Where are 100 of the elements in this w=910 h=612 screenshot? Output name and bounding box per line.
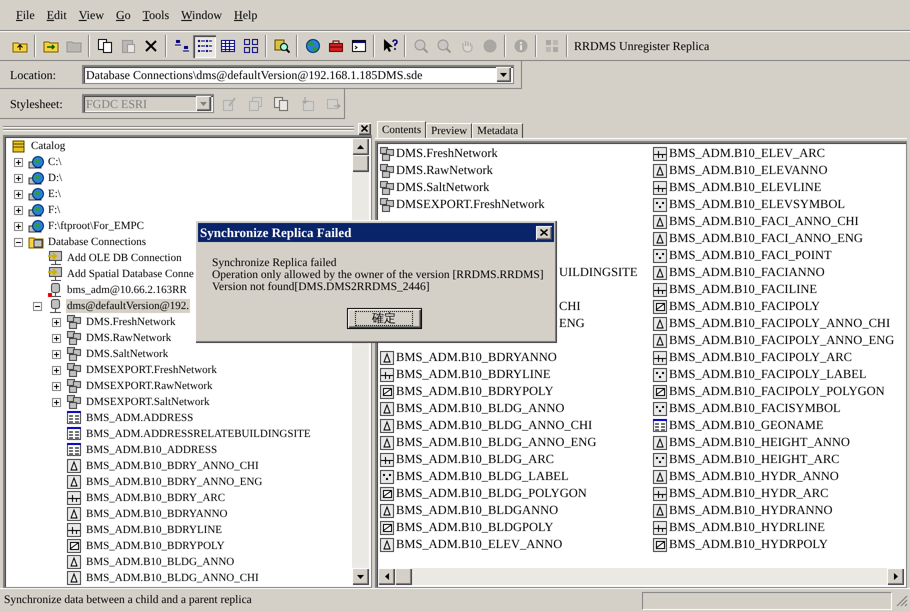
list-item[interactable]: BMS_ADM.B10_GEONAME bbox=[669, 419, 824, 432]
toolbar-button[interactable] bbox=[193, 34, 216, 58]
list-item[interactable]: DMS.SaltNetwork bbox=[396, 181, 490, 194]
expand-toggle[interactable] bbox=[14, 238, 23, 246]
list-item[interactable]: BMS_ADM.B10_FACI_ANNO_CHI bbox=[669, 215, 859, 228]
list-item[interactable]: BMS_ADM.B10_FACIPOLY_LABEL bbox=[669, 368, 866, 381]
tree-item[interactable]: BMS_ADM.B10_BDRY_ANNO_CHI bbox=[85, 459, 260, 473]
tree-item[interactable]: F:\ bbox=[47, 203, 62, 217]
close-button[interactable] bbox=[536, 226, 552, 240]
expand-toggle[interactable] bbox=[52, 318, 61, 326]
expand-toggle[interactable] bbox=[52, 350, 61, 358]
expand-toggle[interactable] bbox=[14, 158, 23, 166]
list-item[interactable]: BMS_ADM.B10_BDRYLINE bbox=[396, 368, 551, 381]
list-item[interactable]: ENG bbox=[559, 317, 585, 330]
dropdown-button[interactable] bbox=[496, 67, 511, 82]
close-button[interactable] bbox=[358, 122, 371, 134]
tree-item[interactable]: BMS_ADM.B10_BDRYANNO bbox=[85, 507, 229, 521]
menu-item[interactable]: View bbox=[78, 9, 105, 21]
expand-toggle[interactable] bbox=[52, 334, 61, 342]
list-item[interactable]: BMS_ADM.B10_HYDR_ANNO bbox=[669, 470, 839, 483]
list-item[interactable]: BMS_ADM.B10_BLDG_ANNO bbox=[396, 402, 564, 415]
list-item[interactable]: BMS_ADM.B10_BDRYANNO bbox=[396, 351, 557, 364]
tree-item[interactable]: E:\ bbox=[47, 187, 62, 201]
tree-item[interactable]: C:\ bbox=[47, 155, 62, 169]
scroll-right-button[interactable] bbox=[887, 568, 904, 585]
list-item[interactable]: BMS_ADM.B10_ELEVANNO bbox=[669, 164, 828, 177]
list-item[interactable]: BMS_ADM.B10_BLDG_POLYGON bbox=[396, 487, 587, 500]
tree-item[interactable]: BMS_ADM.B10_BDRYLINE bbox=[85, 523, 223, 537]
tree-item[interactable]: BMS_ADM.ADDRESS bbox=[85, 411, 194, 425]
list-item[interactable]: BMS_ADM.B10_BLDG_ARC bbox=[396, 453, 554, 466]
tree-item[interactable]: BMS_ADM.B10_BDRY_ANNO_ENG bbox=[85, 475, 264, 489]
list-item[interactable]: BMS_ADM.B10_FACIPOLY_POLYGON bbox=[669, 385, 885, 398]
scroll-down-button[interactable] bbox=[352, 568, 369, 585]
tree-item[interactable]: BMS_ADM.B10_BDRY_ARC bbox=[85, 491, 226, 505]
list-item[interactable]: BMS_ADM.B10_BLDG_LABEL bbox=[396, 470, 569, 483]
list-item[interactable]: BMS_ADM.B10_FACI_POINT bbox=[669, 249, 832, 262]
list-item[interactable]: BMS_ADM.B10_FACIPOLY_ARC bbox=[669, 351, 852, 364]
list-item[interactable]: BMS_ADM.B10_HYDR_ARC bbox=[669, 487, 828, 500]
tree-item[interactable]: D:\ bbox=[47, 171, 64, 185]
list-item[interactable]: BMS_ADM.B10_FACIPOLY_ANNO_ENG bbox=[669, 334, 894, 347]
list-item[interactable]: BMS_ADM.B10_FACILINE bbox=[669, 283, 818, 296]
list-item[interactable]: BMS_ADM.B10_BLDG_ANNO_ENG bbox=[396, 436, 596, 449]
tree-item[interactable]: BMS_ADM.B10_BDRYPOLY bbox=[85, 539, 226, 553]
menu-item[interactable]: Go bbox=[114, 9, 132, 21]
scroll-left-button[interactable] bbox=[378, 568, 395, 585]
tree-item[interactable]: DMS.RawNetwork bbox=[85, 331, 172, 345]
list-item[interactable]: CHI bbox=[559, 300, 581, 313]
tree-item[interactable]: bms_adm@10.66.2.163RR bbox=[66, 283, 188, 297]
menu-item[interactable]: Help bbox=[233, 9, 258, 21]
tree-item[interactable]: Add OLE DB Connection bbox=[66, 251, 183, 265]
list-item[interactable]: DMS.RawNetwork bbox=[396, 164, 493, 177]
tree-item[interactable]: DMSEXPORT.FreshNetwork bbox=[85, 363, 218, 377]
expand-toggle[interactable] bbox=[14, 174, 23, 182]
list-item[interactable]: BMS_ADM.B10_BLDGANNO bbox=[396, 504, 558, 517]
tree-item[interactable]: Add Spatial Database Conne bbox=[66, 267, 195, 281]
tab[interactable]: Preview bbox=[426, 123, 472, 138]
list-item[interactable]: DMS.FreshNetwork bbox=[396, 147, 498, 160]
list-item[interactable]: BMS_ADM.B10_BDRYPOLY bbox=[396, 385, 554, 398]
list-item[interactable]: BMS_ADM.B10_ELEVSYMBOL bbox=[669, 198, 846, 211]
list-item[interactable]: BMS_ADM.B10_FACIANNO bbox=[669, 266, 825, 279]
tree-item[interactable]: F:\ftproot\For_EMPC bbox=[47, 219, 145, 233]
tab[interactable]: Contents bbox=[377, 121, 426, 138]
scrollbar-thumb[interactable] bbox=[395, 568, 412, 585]
list-item[interactable]: BMS_ADM.B10_HEIGHT_ARC bbox=[669, 453, 840, 466]
expand-toggle[interactable] bbox=[33, 302, 42, 310]
list-item[interactable]: BMS_ADM.B10_FACI_ANNO_ENG bbox=[669, 232, 863, 245]
expand-toggle[interactable] bbox=[14, 206, 23, 214]
tree-item[interactable]: DMS.SaltNetwork bbox=[85, 347, 170, 361]
tree-item[interactable]: DMSEXPORT.SaltNetwork bbox=[85, 395, 210, 409]
unregister-replica-button[interactable]: RRDMS Unregister Replica bbox=[571, 34, 712, 58]
list-item[interactable]: BMS_ADM.B10_ELEV_ANNO bbox=[396, 538, 562, 551]
menu-item[interactable]: Window bbox=[180, 9, 224, 21]
expand-toggle[interactable] bbox=[14, 222, 23, 230]
list-item[interactable]: BMS_ADM.B10_BLDGPOLY bbox=[396, 521, 554, 534]
menu-item[interactable]: File bbox=[15, 9, 36, 21]
list-item[interactable]: BMS_ADM.B10_ELEV_ARC bbox=[669, 147, 825, 160]
expand-toggle[interactable] bbox=[52, 366, 61, 374]
expand-toggle[interactable] bbox=[52, 382, 61, 390]
tree-item[interactable]: DMSEXPORT.RawNetwork bbox=[85, 379, 214, 393]
tree-item[interactable]: BMS_ADM.ADDRESSRELATEBUILDINGSITE bbox=[85, 427, 312, 441]
tree-item[interactable]: Catalog bbox=[30, 139, 66, 153]
location-field[interactable]: Database Connections\dms@defaultVersion@192.168.1.185DMS.sde bbox=[82, 65, 514, 84]
tree-item[interactable]: DMS.FreshNetwork bbox=[85, 315, 177, 329]
list-item[interactable]: UILDINGSITE bbox=[559, 266, 638, 279]
list-item[interactable]: BMS_ADM.B10_HYDRANNO bbox=[669, 504, 833, 517]
list-item[interactable]: BMS_ADM.B10_BLDG_ANNO_CHI bbox=[396, 419, 592, 432]
tree-item[interactable]: BMS_ADM.B10_BLDG_ANNO_CHI bbox=[85, 571, 260, 585]
menu-item[interactable]: Tools bbox=[142, 9, 170, 21]
tree-item[interactable]: BMS_ADM.B10_BLDG_ANNO bbox=[85, 555, 236, 569]
list-item[interactable]: BMS_ADM.B10_HYDRLINE bbox=[669, 521, 825, 534]
list-item[interactable]: DMSEXPORT.FreshNetwork bbox=[396, 198, 545, 211]
list-item[interactable]: BMS_ADM.B10_HYDRPOLY bbox=[669, 538, 828, 551]
list-item[interactable]: BMS_ADM.B10_FACISYMBOL bbox=[669, 402, 841, 415]
scroll-up-button[interactable] bbox=[352, 138, 369, 155]
ok-button[interactable]: 確定 bbox=[346, 308, 422, 329]
list-item[interactable]: BMS_ADM.B10_FACIPOLY_ANNO_CHI bbox=[669, 317, 890, 330]
expand-toggle[interactable] bbox=[14, 190, 23, 198]
tab[interactable]: Metadata bbox=[472, 123, 524, 138]
list-item[interactable]: BMS_ADM.B10_HEIGHT_ANNO bbox=[669, 436, 850, 449]
tree-item[interactable]: Database Connections bbox=[47, 235, 148, 249]
